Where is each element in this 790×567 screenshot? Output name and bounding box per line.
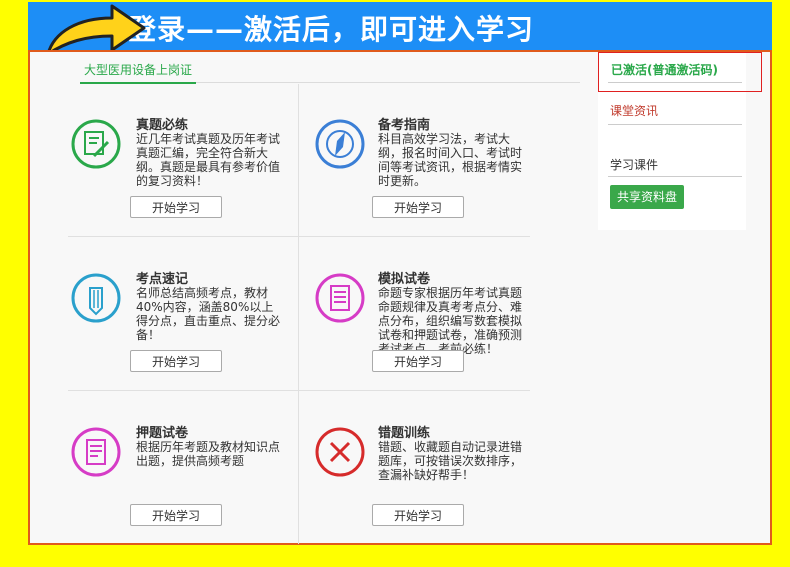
grid-divider xyxy=(68,236,530,237)
share-drive-button[interactable]: 共享资料盘 xyxy=(610,185,684,209)
pencil-icon xyxy=(71,273,121,323)
compass-icon xyxy=(315,119,365,169)
tab-course[interactable]: 大型医用设备上岗证 xyxy=(80,60,197,84)
activation-status: 已激活(普通激活码) xyxy=(611,63,718,77)
activation-status-box: 已激活(普通激活码) xyxy=(598,52,762,92)
grid-divider xyxy=(298,84,299,544)
sidebar-item-news[interactable]: 课堂资讯 xyxy=(610,102,658,119)
card-description: 近几年考试真题及历年考试真题汇编，完全符合新大纲。真题是最具有参考价值的复习资料… xyxy=(136,132,281,188)
start-study-button[interactable]: 开始学习 xyxy=(372,504,464,526)
start-study-button[interactable]: 开始学习 xyxy=(372,196,464,218)
start-study-button[interactable]: 开始学习 xyxy=(130,504,222,526)
sidebar-divider xyxy=(608,82,742,83)
card-title: 备考指南 xyxy=(378,118,431,133)
card-title: 模拟试卷 xyxy=(378,272,431,287)
sidebar-item-courseware[interactable]: 学习课件 xyxy=(610,156,658,173)
card-description: 科目高效学习法，考试大纲，报名时间入口、考试时间等考试资讯，根据考情实时更新。 xyxy=(378,132,523,188)
paper-list-icon xyxy=(71,427,121,477)
card-description: 命题专家根据历年考试真题命题规律及真考考点分、难点分布，组织编写数套模拟试卷和押… xyxy=(378,286,523,354)
card-description: 根据历年考题及教材知识点出题，提供高频考题 xyxy=(136,440,281,468)
card-title: 考点速记 xyxy=(136,272,189,287)
sidebar-divider xyxy=(608,124,742,125)
start-study-button[interactable]: 开始学习 xyxy=(130,196,222,218)
notebook-pen-icon xyxy=(71,119,121,169)
card-description: 错题、收藏题自动记录进错题库，可按错误次数排序，查漏补缺好帮手！ xyxy=(378,440,523,482)
start-study-button[interactable]: 开始学习 xyxy=(130,350,222,372)
start-study-button[interactable]: 开始学习 xyxy=(372,350,464,372)
card-title: 押题试卷 xyxy=(136,426,189,441)
card-description: 名师总结高频考点，教材40%内容，涵盖80%以上得分点，直击重点、提分必备！ xyxy=(136,286,281,342)
card-title: 错题训练 xyxy=(378,426,431,441)
cross-icon xyxy=(315,427,365,477)
card-title: 真题必练 xyxy=(136,118,189,133)
sidebar: 已激活(普通激活码) 课堂资讯 学习课件 共享资料盘 xyxy=(598,52,762,230)
document-icon xyxy=(315,273,365,323)
sidebar-divider xyxy=(608,176,742,177)
grid-divider xyxy=(68,390,530,391)
banner-title: 登录——激活后，即可进入学习 xyxy=(128,13,535,46)
